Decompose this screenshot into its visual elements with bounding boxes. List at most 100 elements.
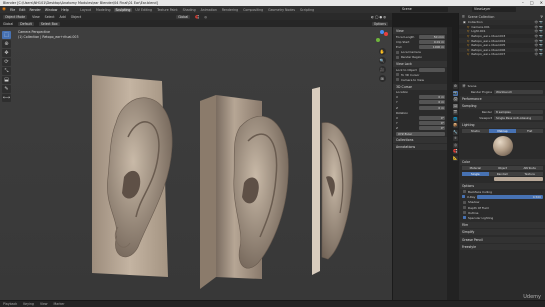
properties-tab-icon[interactable]: 🖨 xyxy=(453,97,458,102)
color-single[interactable]: Single xyxy=(462,171,489,176)
mode-dropdown[interactable]: Object Mode xyxy=(3,14,28,19)
properties-tab-icon[interactable]: 🌐 xyxy=(453,116,458,122)
z-axis-icon[interactable] xyxy=(380,30,384,34)
menu-window[interactable]: Window xyxy=(45,8,58,12)
color-texture[interactable]: Texture xyxy=(516,171,544,176)
render-engine-dropdown[interactable]: Workbench xyxy=(494,89,543,94)
workspace-tab-texture-paint[interactable]: Texture Paint xyxy=(156,8,180,12)
filter-icon[interactable]: ⧩ xyxy=(540,15,543,19)
properties-tab-icon[interactable]: 🧲 xyxy=(453,149,458,154)
render-aa-dropdown[interactable]: 8 samples xyxy=(494,110,543,115)
xray-alpha-field[interactable]: 0.500 xyxy=(477,194,543,199)
viewport-shading-icons[interactable]: ◐ ◯ ● ◍ xyxy=(371,15,386,19)
rot-y-field[interactable]: 0° xyxy=(419,121,445,126)
menu-render[interactable]: Render xyxy=(29,8,40,12)
visibility-icon[interactable]: 👁 📷 xyxy=(535,39,544,43)
clip-start-field[interactable]: 0.01 m xyxy=(419,39,445,44)
collections-section[interactable]: Collections xyxy=(393,137,448,144)
outliner-search[interactable]: Scene Collection xyxy=(468,15,495,19)
proportional-icon[interactable]: ◎ xyxy=(204,15,207,19)
timeline-menu-marker[interactable]: Marker xyxy=(54,302,65,306)
select-box-dropdown[interactable]: Select Box xyxy=(38,21,60,26)
rot-z-field[interactable]: 0° xyxy=(419,126,445,131)
workspace-tab-shading[interactable]: Shading xyxy=(181,8,197,12)
move-icon[interactable]: ✥ xyxy=(2,49,11,57)
workspace-tab-scripting[interactable]: Scripting xyxy=(299,8,316,12)
properties-tab-icon[interactable]: 📦 xyxy=(453,123,458,128)
maximize-button[interactable]: □ xyxy=(530,0,534,5)
rot-x-field[interactable]: 0° xyxy=(419,116,445,121)
y-axis-icon[interactable] xyxy=(376,38,380,42)
outliner-item[interactable]: ▽ Retopo_ear+ritual.007 👁 📷 xyxy=(459,52,545,57)
3d-viewport[interactable] xyxy=(0,27,392,300)
visibility-icon[interactable]: 👁 📷 xyxy=(535,34,544,38)
visibility-icon[interactable]: 👁 📷 xyxy=(535,52,544,56)
outline-checkbox[interactable] xyxy=(463,211,466,215)
properties-tab-icon[interactable]: 🔧 xyxy=(453,129,458,135)
color-attribute[interactable]: Attribute xyxy=(516,165,544,170)
properties-tab-icon[interactable]: ◎ xyxy=(453,142,458,148)
freestyle-section[interactable]: Freestyle xyxy=(460,244,545,251)
performance-section[interactable]: Performance xyxy=(460,95,545,102)
close-button[interactable]: ✕ xyxy=(540,0,543,5)
visibility-icon[interactable]: 👁 📷 xyxy=(535,25,544,29)
properties-tab-icon[interactable]: ⚙ xyxy=(453,84,458,89)
visibility-icon[interactable]: 👁 📷 xyxy=(535,48,544,52)
color-random[interactable]: Random xyxy=(489,171,516,176)
clip-end-field[interactable]: 1000 m xyxy=(419,44,445,49)
workspace-tab-uv-editing[interactable]: UV Editing xyxy=(134,8,154,12)
grease-pencil-section[interactable]: Grease Pencil xyxy=(460,236,545,243)
specular-checkbox[interactable] xyxy=(463,216,466,220)
backface-checkbox[interactable] xyxy=(463,190,466,194)
matcap-sphere[interactable] xyxy=(492,135,513,156)
lighting-matcap[interactable]: Matcap xyxy=(489,128,516,133)
camera-to-view-row[interactable]: Camera to View xyxy=(393,77,448,82)
workspace-tab-animation[interactable]: Animation xyxy=(199,8,218,12)
single-color-swatch[interactable] xyxy=(494,177,543,181)
options-dropdown[interactable]: Options xyxy=(371,21,388,26)
select-box-icon[interactable]: ⬚ xyxy=(2,31,11,39)
zoom-icon[interactable]: 🔍 xyxy=(378,57,386,64)
menu-view[interactable]: View xyxy=(32,15,40,19)
lighting-studio[interactable]: Studio xyxy=(462,128,489,133)
shadow-checkbox[interactable] xyxy=(463,200,466,204)
x-axis-icon[interactable] xyxy=(384,32,388,36)
drag-dropdown[interactable]: Default xyxy=(18,21,34,26)
ear-model-1[interactable] xyxy=(92,75,173,277)
menu-select[interactable]: Select xyxy=(45,15,55,19)
timeline-menu-playback[interactable]: Playback xyxy=(3,302,17,306)
ear-model-2[interactable] xyxy=(200,95,289,289)
visibility-icon[interactable]: 👁 📷 xyxy=(535,29,544,33)
workspace-tab-geometry-nodes[interactable]: Geometry Nodes xyxy=(267,8,297,12)
view-layer-selector[interactable]: ViewLayer xyxy=(472,7,516,12)
local-camera-checkbox[interactable] xyxy=(396,50,399,54)
minimize-button[interactable]: – xyxy=(522,0,524,5)
menu-help[interactable]: Help xyxy=(61,8,68,12)
pan-icon[interactable]: ✋ xyxy=(378,48,386,55)
annotations-section[interactable]: Annotations xyxy=(393,144,448,151)
properties-tab-icon[interactable]: 🎬 xyxy=(453,110,458,115)
color-material[interactable]: Material xyxy=(462,165,489,170)
camera-view-icon[interactable]: 🎥 xyxy=(378,66,386,73)
cursor-icon[interactable]: ⊕ xyxy=(2,40,11,48)
properties-tab-icon[interactable]: 🖼 xyxy=(453,103,458,109)
dof-checkbox[interactable] xyxy=(463,206,466,210)
menu-object[interactable]: Object xyxy=(71,15,81,19)
specular-row[interactable]: Specular Lighting xyxy=(460,215,545,220)
rotate-icon[interactable]: ⟳ xyxy=(2,58,11,66)
workspace-tab-sculpting[interactable]: Sculpting xyxy=(114,7,132,12)
blender-logo-icon[interactable]: ◉ xyxy=(2,7,6,12)
ortho-toggle-icon[interactable]: ⊞ xyxy=(378,75,386,82)
scene-selector[interactable]: Scene xyxy=(400,7,448,12)
color-object[interactable]: Object xyxy=(489,165,516,170)
menu-file[interactable]: File xyxy=(10,8,15,12)
workspace-tab-rendering[interactable]: Rendering xyxy=(220,8,239,12)
workspace-tab-layout[interactable]: Layout xyxy=(79,8,93,12)
menu-add[interactable]: Add xyxy=(60,15,66,19)
outliner-icon[interactable]: ☰ xyxy=(462,15,465,19)
scale-icon[interactable]: ⤡ xyxy=(2,67,11,75)
snap-icon[interactable]: 🧲 xyxy=(195,15,199,19)
lock-cursor-checkbox[interactable] xyxy=(396,73,399,77)
workspace-tab-compositing[interactable]: Compositing xyxy=(242,8,265,12)
timeline-menu-keying[interactable]: Keying xyxy=(23,302,34,306)
